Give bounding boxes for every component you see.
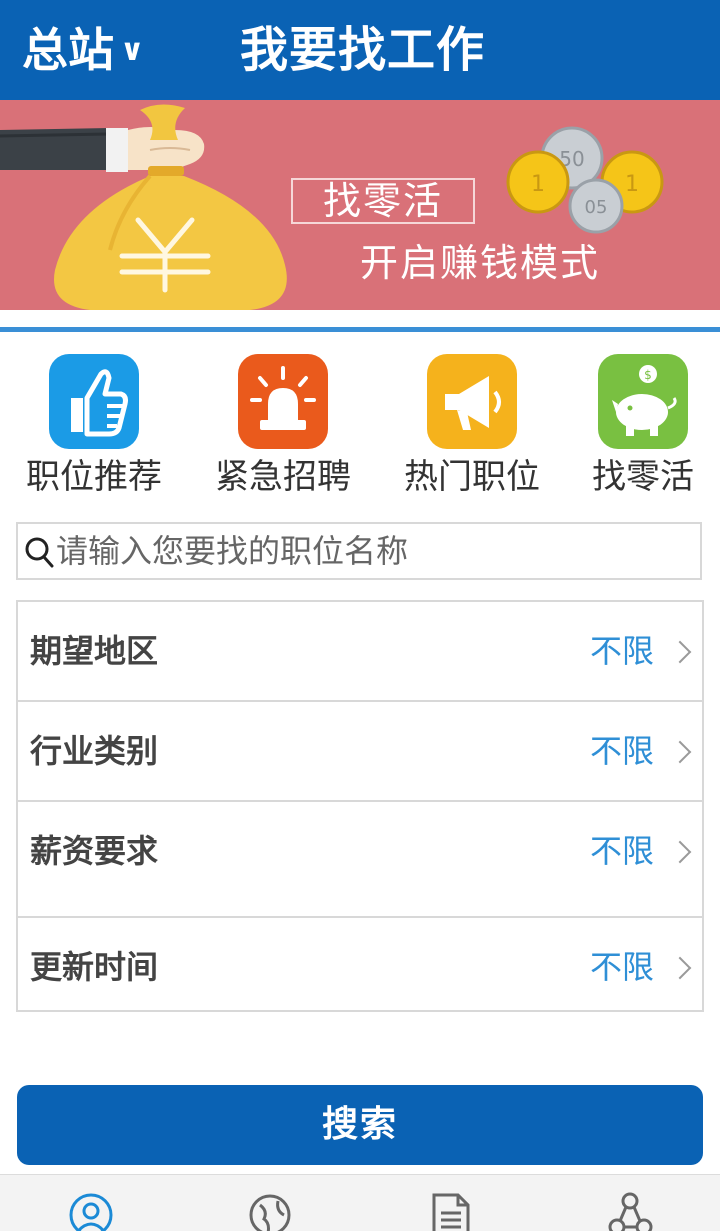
filter-value: 不限	[589, 832, 654, 870]
globe-icon	[249, 1194, 291, 1231]
category-label: 职位推荐	[26, 457, 162, 497]
coins-illustration: 50 1 1 05	[506, 126, 664, 234]
thumbs-up-icon	[49, 354, 139, 449]
nav-item-resume[interactable]	[426, 1189, 476, 1231]
search-icon	[25, 537, 54, 568]
filter-label: 行业类别	[30, 732, 159, 770]
filter-row-update-time[interactable]: 更新时间 不限	[18, 918, 702, 1010]
category-odd-jobs[interactable]: $ 找零活	[563, 354, 720, 504]
station-selector[interactable]: 总站 ∨	[22, 20, 144, 81]
chevron-down-icon: ∨	[120, 33, 145, 68]
chevron-right-icon	[668, 640, 692, 664]
filter-value: 不限	[589, 732, 654, 770]
chevron-right-icon	[668, 740, 692, 764]
filter-label: 薪资要求	[30, 832, 159, 870]
chevron-right-icon	[668, 840, 692, 864]
nav-item-explore[interactable]	[246, 1189, 296, 1231]
document-icon	[432, 1193, 470, 1231]
category-job-recommend[interactable]: 职位推荐	[14, 354, 174, 504]
search-button[interactable]: 搜索	[17, 1085, 703, 1165]
chevron-right-icon	[668, 956, 692, 980]
filter-label: 期望地区	[30, 632, 159, 670]
search-input[interactable]	[56, 528, 686, 574]
siren-icon	[238, 354, 328, 449]
filter-value: 不限	[589, 948, 654, 986]
nav-item-network[interactable]	[606, 1189, 656, 1231]
search-box[interactable]	[16, 522, 702, 580]
promo-banner[interactable]: 50 1 1 05 找零活 开启赚钱模式	[0, 100, 720, 310]
category-label: 找零活	[592, 457, 694, 497]
svg-text:$: $	[644, 368, 652, 382]
filter-row-salary[interactable]: 薪资要求 不限	[18, 802, 702, 918]
bottom-nav	[0, 1174, 720, 1231]
filter-list: 期望地区 不限 行业类别 不限 薪资要求 不限 更新时间 不限	[16, 600, 704, 1012]
filter-value: 不限	[589, 632, 654, 670]
coin-label-2: 1	[625, 172, 639, 197]
network-icon	[608, 1192, 653, 1231]
banner-slogan: 开启赚钱模式	[360, 241, 601, 285]
nav-item-profile[interactable]	[66, 1189, 116, 1231]
megaphone-icon	[427, 354, 517, 449]
filter-row-region[interactable]: 期望地区 不限	[18, 602, 702, 702]
user-icon	[69, 1193, 113, 1231]
category-hot-jobs[interactable]: 热门职位	[392, 354, 552, 504]
coin-label-1: 1	[531, 172, 545, 197]
filter-label: 更新时间	[30, 948, 159, 986]
page-title: 我要找工作	[240, 22, 486, 78]
piggy-bank-icon: $	[598, 354, 688, 449]
category-label: 紧急招聘	[215, 457, 351, 497]
station-label: 总站	[22, 23, 114, 77]
filter-row-industry[interactable]: 行业类别 不限	[18, 702, 702, 802]
banner-tag: 找零活	[291, 178, 475, 224]
header-bar: 总站 ∨ 我要找工作	[0, 0, 720, 100]
divider-line	[0, 327, 720, 332]
coin-label-3: 05	[585, 197, 608, 218]
category-urgent-hiring[interactable]: 紧急招聘	[203, 354, 363, 504]
category-label: 热门职位	[404, 457, 540, 497]
